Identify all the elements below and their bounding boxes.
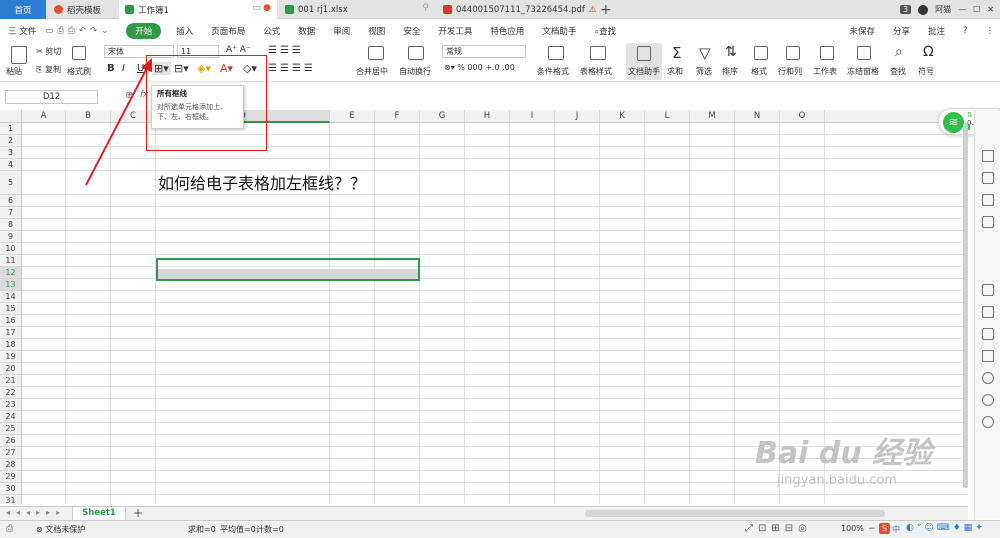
apps-icon[interactable]: [982, 194, 994, 206]
annotation-arrow: [85, 58, 152, 186]
sheet-bar: ◂◂◂▸▸▸ Sheet1 +: [0, 506, 968, 521]
scroll-thumb[interactable]: [963, 123, 968, 488]
view-mode-icons[interactable]: ⤢⊡⊞⊟◎: [745, 523, 812, 534]
status-sum: 求和=0: [188, 525, 216, 534]
add-sheet-button[interactable]: +: [133, 506, 143, 520]
image-icon[interactable]: [982, 350, 994, 362]
zoom-level[interactable]: 100%: [841, 524, 864, 533]
zoom-out-button[interactable]: −: [868, 524, 876, 534]
sheet-nav-icons[interactable]: ◂◂◂▸▸▸: [6, 508, 66, 517]
select-icon[interactable]: [982, 150, 994, 162]
history-icon[interactable]: [982, 394, 994, 406]
status-bar: ⎙ ⊗ 文档未保护 求和=0 平均值=0 计数=0 ⤢⊡⊞⊟◎ 100% − S…: [0, 520, 1000, 538]
status-page-icon[interactable]: ⎙: [6, 524, 13, 534]
sheet-tab-sheet1[interactable]: Sheet1: [72, 507, 126, 521]
document-icon[interactable]: [982, 284, 994, 296]
location-icon[interactable]: [982, 372, 994, 384]
vertical-scrollbar[interactable]: [963, 123, 968, 503]
ime-tool-icons[interactable]: ◐°☺⌨♦▦✦: [906, 523, 986, 533]
protect-icon: ⊗: [36, 525, 43, 534]
chart-icon[interactable]: [982, 216, 994, 228]
sogou-ime-icon[interactable]: S: [879, 523, 890, 534]
protect-status[interactable]: ⊗ 文档未保护: [36, 524, 85, 535]
page-icon[interactable]: [982, 328, 994, 340]
horizontal-scrollbar[interactable]: [585, 510, 885, 517]
share-icon[interactable]: [982, 306, 994, 318]
help-icon[interactable]: [982, 416, 994, 428]
right-sidebar: [974, 110, 1000, 518]
ime-mode[interactable]: 中: [892, 524, 900, 535]
status-average: 平均值=0: [220, 525, 256, 534]
protect-label: 文档未保护: [45, 525, 86, 534]
wifi-icon: ≋: [943, 112, 964, 133]
status-count: 计数=0: [256, 525, 284, 534]
style-icon[interactable]: [982, 172, 994, 184]
